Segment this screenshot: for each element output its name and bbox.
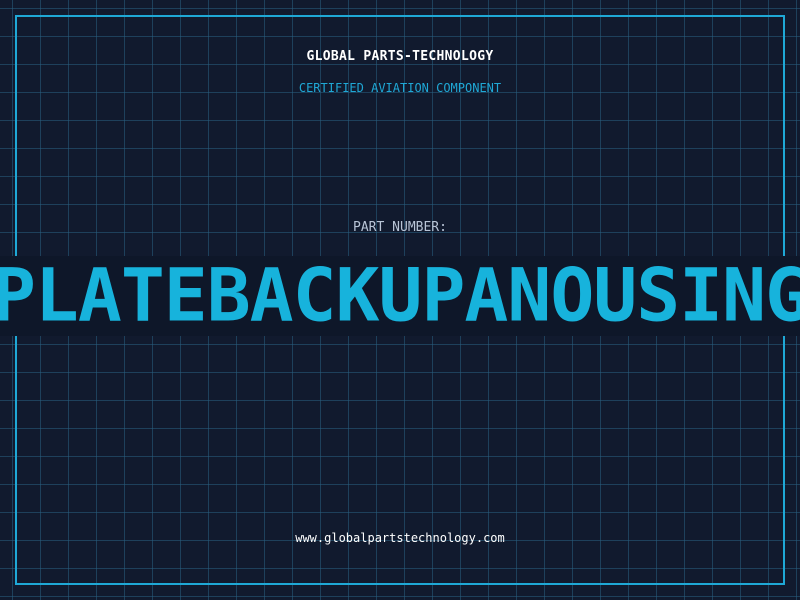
company-name: GLOBAL PARTS-TECHNOLOGY: [306, 49, 494, 64]
certification-subtitle: CERTIFIED AVIATION COMPONENT: [298, 81, 502, 95]
label-card: GLOBAL PARTS-TECHNOLOGY CERTIFIED AVIATI…: [0, 0, 800, 600]
website-url: www.globalpartstechnology.com: [295, 531, 505, 545]
part-number-label: PART NUMBER:: [353, 220, 447, 235]
part-number-value: PLATEBACKUPANOUSING: [0, 256, 800, 336]
part-number-band: PLATEBACKUPANOUSING: [0, 256, 800, 336]
